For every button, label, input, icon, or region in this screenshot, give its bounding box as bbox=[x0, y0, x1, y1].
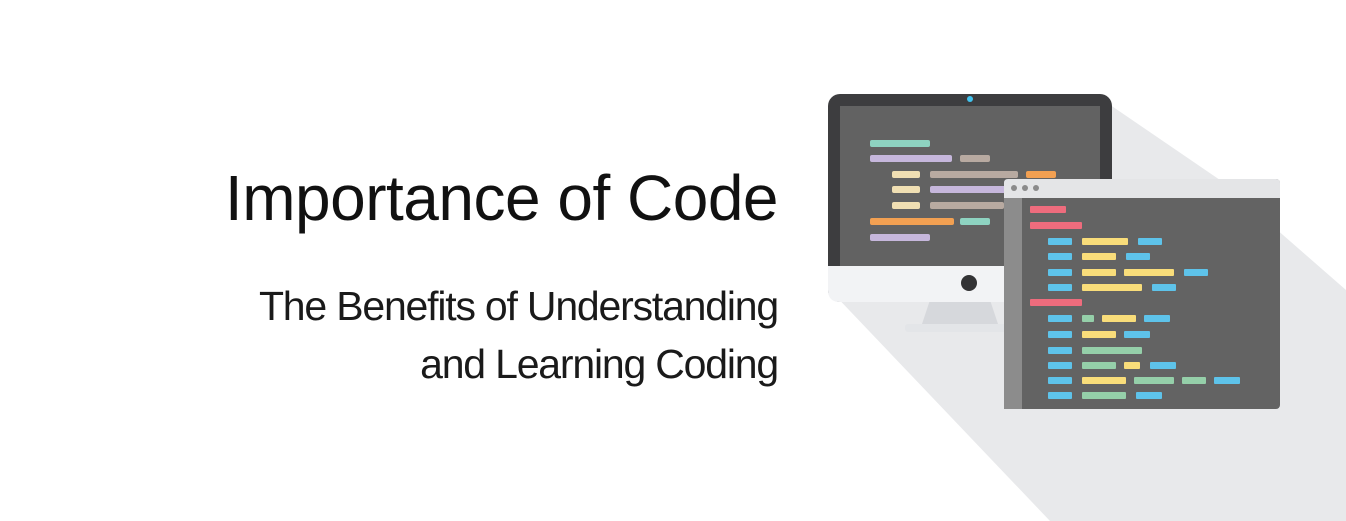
monitor-stand-neck bbox=[922, 300, 998, 324]
window-frame bbox=[1004, 179, 1280, 409]
window-dot-1 bbox=[1011, 185, 1017, 191]
code-editor-window-icon bbox=[1004, 179, 1280, 409]
window-dot-2 bbox=[1022, 185, 1028, 191]
monitor-camera bbox=[967, 96, 973, 102]
monitor-stand-base bbox=[905, 324, 1010, 332]
window-title-bar bbox=[1004, 179, 1280, 198]
monitor-power-dot bbox=[961, 275, 977, 291]
window-gutter bbox=[1004, 198, 1022, 409]
window-dot-3 bbox=[1033, 185, 1039, 191]
coding-illustration bbox=[828, 94, 1346, 521]
